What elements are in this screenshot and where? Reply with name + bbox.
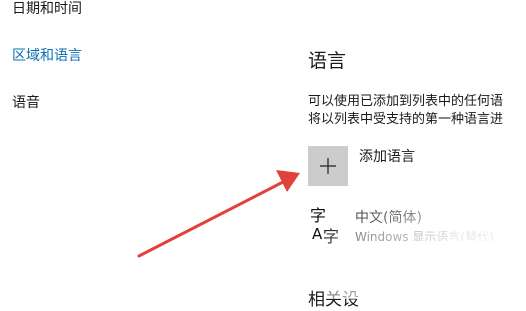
sidebar-item-speech[interactable]: 语音 xyxy=(12,94,40,112)
language-icon: 字 A 字 xyxy=(310,206,339,246)
svg-text:字: 字 xyxy=(323,227,339,246)
section-title: 语言 xyxy=(308,50,347,72)
language-description: 可以使用已添加到列表中的任何语 将以列表中受支持的第一种语言进 xyxy=(308,93,526,129)
add-language-tile[interactable] xyxy=(308,146,348,186)
add-language-button[interactable]: 添加语言 xyxy=(308,146,526,188)
svg-text:A: A xyxy=(312,225,323,243)
sidebar-item-date-time[interactable]: 日期和时间 xyxy=(12,0,82,18)
add-language-label: 添加语言 xyxy=(359,149,415,165)
plus-icon xyxy=(320,158,336,174)
language-item-chinese-simplified[interactable]: 字 A 字 中文(简体) Windows 显示语言(替代) xyxy=(308,206,526,250)
related-settings-heading: 相关设 xyxy=(308,290,359,310)
svg-text:字: 字 xyxy=(310,206,326,225)
language-name: 中文(简体) xyxy=(355,210,422,226)
language-subtitle: Windows 显示语言(替代) xyxy=(355,230,494,241)
description-line-1: 可以使用已添加到列表中的任何语 xyxy=(308,94,504,109)
sidebar-item-region-language[interactable]: 区域和语言 xyxy=(12,47,82,65)
description-line-2: 将以列表中受支持的第一种语言进 xyxy=(308,112,504,127)
